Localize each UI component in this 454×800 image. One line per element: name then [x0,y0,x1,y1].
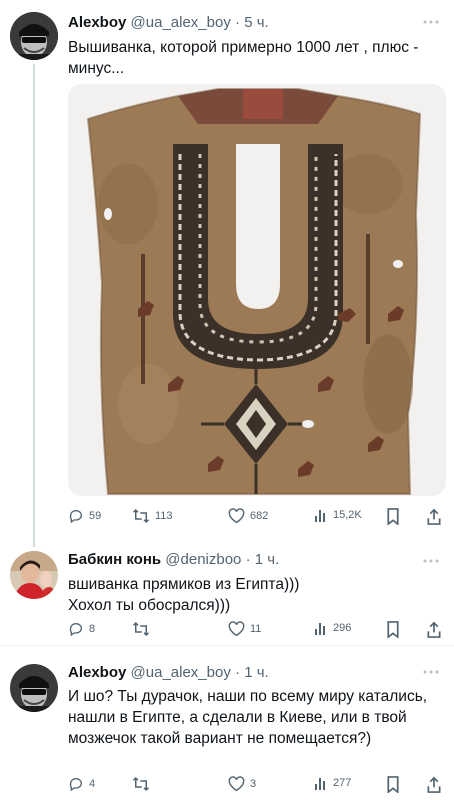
retweet-button[interactable] [132,776,150,792]
handle[interactable]: @ua_alex_boy [131,14,231,31]
bookmark-icon [387,508,399,525]
bookmark-button[interactable] [386,508,400,525]
reply-icon [69,778,82,792]
share-icon [427,776,441,793]
retweet-button[interactable]: 113 [132,508,173,524]
display-name[interactable]: Бабкин конь [68,551,161,568]
timestamp[interactable]: 5 ч. [244,14,269,31]
bookmark-icon [387,621,399,638]
share-icon [427,508,441,525]
like-count: 682 [250,510,269,522]
share-button[interactable] [426,508,442,525]
more-icon[interactable] [422,551,440,567]
views-icon [315,510,325,522]
like-icon [228,508,245,524]
reply-icon [69,510,82,524]
retweet-icon [132,776,150,792]
tweet-header: Alexboy @ua_alex_boy · 5 ч. [68,14,269,31]
like-button[interactable]: 3 [228,776,256,792]
views-icon [315,778,325,790]
tweet-text: Вышиванка, которой примерно 1000 лет , п… [68,39,419,77]
reply-button[interactable]: 59 [68,508,101,524]
like-count: 3 [250,778,257,790]
like-button[interactable]: 11 [228,621,261,637]
share-icon [427,621,441,638]
timestamp[interactable]: 1 ч. [244,664,269,681]
reply-count: 59 [89,510,102,522]
tweet-3[interactable]: Alexboy @ua_alex_boy · 1 ч. И шо? Ты дур… [0,652,454,800]
handle[interactable]: @denizboo [165,551,241,568]
like-count: 11 [250,623,262,635]
handle[interactable]: @ua_alex_boy [131,664,231,681]
thread-line [33,537,35,547]
bookmark-button[interactable] [386,776,400,793]
views-count: 277 [333,777,352,789]
bookmark-icon [387,776,399,793]
views-icon [315,623,325,635]
display-name[interactable]: Alexboy [68,664,126,681]
reply-button[interactable]: 4 [68,776,95,792]
tweet-actions: 4 3 277 [68,776,442,796]
views-button[interactable]: 277 [314,776,351,790]
tweet-actions: 8 11 296 [68,621,442,641]
tweet-image[interactable] [68,84,446,496]
tweet-1[interactable]: Alexboy @ua_alex_boy · 5 ч. Вышиванка, к… [0,0,454,544]
more-icon[interactable] [422,662,440,678]
like-icon [228,776,245,792]
thread-line [33,64,35,544]
share-button[interactable] [426,776,442,793]
views-button[interactable]: 15,2K [314,508,362,522]
embroidered-shirt-image [68,84,446,496]
more-icon[interactable] [422,12,440,28]
share-button[interactable] [426,621,442,638]
reply-count: 4 [89,778,96,790]
tweet-2[interactable]: Бабкин конь @denizboo · 1 ч. вшиванка пр… [0,537,454,645]
bookmark-button[interactable] [386,621,400,638]
avatar[interactable] [10,12,58,60]
tweet-text: вшиванка прямиков из Египта))) Хохол ты … [68,576,300,614]
like-button[interactable]: 682 [228,508,268,524]
views-button[interactable]: 296 [314,621,351,635]
views-count: 15,2K [333,509,362,521]
reply-button[interactable]: 8 [68,621,95,637]
views-count: 296 [333,622,352,634]
avatar[interactable] [10,664,58,712]
reply-count: 8 [89,623,96,635]
tweet-text: И шо? Ты дурачок, наши по всему миру кат… [68,688,428,747]
divider [0,645,454,646]
tweet-actions: 59 113 682 15,2K [68,508,442,528]
timestamp[interactable]: 1 ч. [255,551,280,568]
retweet-icon [132,621,150,637]
retweet-icon [132,508,150,524]
display-name[interactable]: Alexboy [68,14,126,31]
reply-icon [69,623,82,637]
retweet-button[interactable] [132,621,150,637]
like-icon [228,621,245,637]
avatar[interactable] [10,551,58,599]
tweet-header: Alexboy @ua_alex_boy · 1 ч. [68,664,269,681]
retweet-count: 113 [155,510,173,522]
tweet-header: Бабкин конь @denizboo · 1 ч. [68,551,280,568]
